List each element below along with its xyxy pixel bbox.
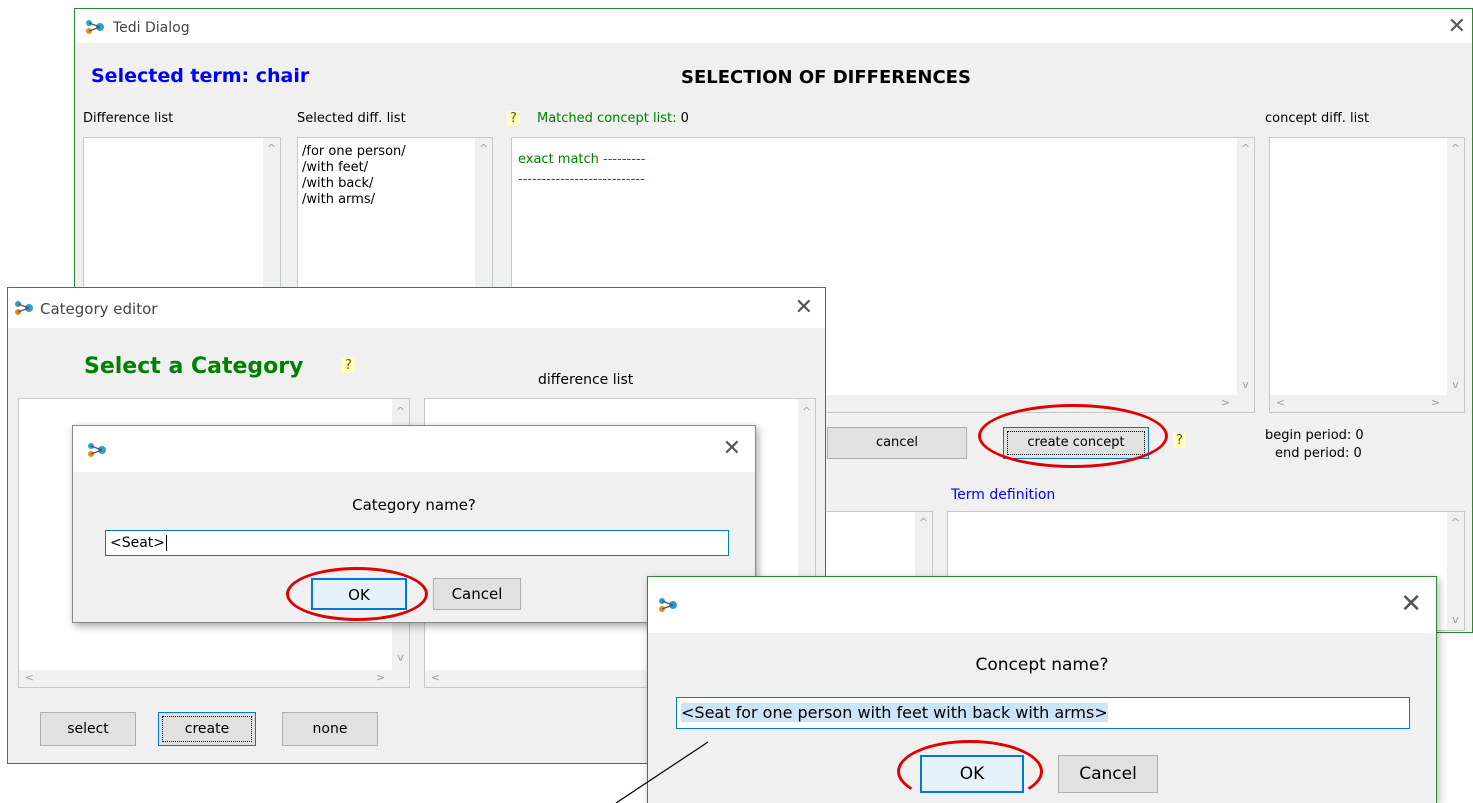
create-concept-button[interactable]: create concept <box>1003 427 1149 459</box>
begin-period: begin period: 0 <box>1265 428 1364 443</box>
concept-name-input[interactable]: <Seat for one person with feet with back… <box>676 697 1410 729</box>
window-title: Category editor <box>40 300 158 318</box>
chevron-up-icon[interactable]: ^ <box>1237 142 1254 155</box>
difference-list[interactable]: ^ <box>83 137 281 307</box>
scrollbar[interactable]: ^ v <box>1237 138 1254 395</box>
scrollbar[interactable]: ^ <box>263 138 280 306</box>
none-button[interactable]: none <box>282 712 378 746</box>
cancel-button[interactable]: cancel <box>827 427 967 459</box>
ok-button[interactable]: OK <box>311 578 407 610</box>
end-period: end period: 0 <box>1275 446 1362 461</box>
prompt-question: Concept name? <box>975 655 1109 675</box>
chevron-down-icon[interactable]: v <box>392 651 409 664</box>
create-label: create <box>184 721 230 737</box>
list-item[interactable]: /with feet/ <box>302 160 406 176</box>
term-definition-label: Term definition <box>951 487 1056 503</box>
app-icon <box>15 301 33 315</box>
close-icon[interactable]: ✕ <box>1400 591 1422 617</box>
selected-diff-label: Selected diff. list <box>297 111 406 126</box>
chevron-right-icon[interactable]: > <box>1427 396 1444 409</box>
app-icon <box>659 598 677 612</box>
chevron-right-icon[interactable]: > <box>372 671 389 684</box>
chevron-up-icon[interactable]: ^ <box>475 142 492 155</box>
chevron-left-icon[interactable]: < <box>427 671 444 684</box>
difference-list-label: difference list <box>538 372 634 388</box>
selected-diff-list[interactable]: /for one person/ /with feet/ /with back/… <box>297 137 493 307</box>
selected-term: Selected term: chair <box>91 65 310 87</box>
create-button[interactable]: create <box>158 712 256 746</box>
dialog-titlebar[interactable]: ✕ <box>648 577 1436 633</box>
chevron-up-icon[interactable]: ^ <box>1447 142 1464 155</box>
input-value: <Seat for one person with feet with back… <box>681 703 1108 722</box>
close-icon[interactable]: ✕ <box>795 297 813 319</box>
chevron-down-icon[interactable]: v <box>1447 378 1464 391</box>
chevron-up-icon[interactable]: ^ <box>392 405 409 418</box>
chevron-up-icon[interactable]: ^ <box>798 405 815 418</box>
chevron-right-icon[interactable]: > <box>1217 396 1234 409</box>
ok-button[interactable]: OK <box>920 755 1024 793</box>
cancel-button[interactable]: Cancel <box>1058 755 1158 793</box>
scrollbar[interactable]: ^ v <box>1447 512 1464 630</box>
close-icon[interactable]: ✕ <box>723 438 741 460</box>
app-icon <box>88 443 106 457</box>
help-icon[interactable]: ? <box>507 111 520 126</box>
chevron-up-icon[interactable]: ^ <box>263 142 280 155</box>
concept-name-dialog: ✕ Concept name? <Seat for one person wit… <box>647 576 1437 803</box>
close-icon[interactable]: ✕ <box>1448 16 1466 38</box>
chevron-up-icon[interactable]: ^ <box>1447 516 1464 529</box>
prompt-question: Category name? <box>352 496 476 514</box>
concept-diff-label: concept diff. list <box>1265 111 1370 126</box>
list-item[interactable]: exact match --------- <box>518 150 645 170</box>
list-item[interactable]: /with arms/ <box>302 192 406 208</box>
horizontal-scrollbar[interactable]: < > <box>19 670 409 687</box>
tedi-titlebar[interactable]: Tedi Dialog ✕ <box>75 9 1472 43</box>
help-icon[interactable]: ? <box>1173 433 1186 448</box>
matched-count: 0 <box>680 111 689 126</box>
window-title: Tedi Dialog <box>113 20 190 36</box>
scrollbar[interactable]: ^ v <box>1447 138 1464 395</box>
category-heading: Select a Category <box>84 354 304 379</box>
difference-list-label: Difference list <box>83 111 174 126</box>
list-item[interactable]: /for one person/ <box>302 144 406 160</box>
concept-diff-list[interactable]: ^ v < > <box>1269 137 1465 413</box>
chevron-down-icon[interactable]: v <box>1447 613 1464 626</box>
chevron-down-icon[interactable]: v <box>1237 378 1254 391</box>
dialog-titlebar[interactable]: ✕ <box>73 426 755 472</box>
category-name-input[interactable]: <Seat> <box>105 530 729 556</box>
create-concept-label: create concept <box>1027 435 1125 450</box>
list-item[interactable]: /with back/ <box>302 176 406 192</box>
scrollbar[interactable]: ^ <box>475 138 492 306</box>
category-titlebar[interactable]: Category editor ✕ <box>8 288 825 328</box>
chevron-up-icon[interactable]: ^ <box>915 516 932 529</box>
help-icon[interactable]: ? <box>342 358 355 373</box>
chevron-left-icon[interactable]: < <box>1272 396 1289 409</box>
cancel-button[interactable]: Cancel <box>433 578 521 610</box>
matched-concept-label: Matched concept list: 0 <box>537 111 689 126</box>
input-value: <Seat> <box>110 535 166 551</box>
chevron-left-icon[interactable]: < <box>21 671 38 684</box>
period-info: begin period: 0 end period: 0 <box>1265 427 1364 463</box>
app-icon <box>86 20 104 34</box>
list-item[interactable]: --------------------------- <box>518 170 645 190</box>
horizontal-scrollbar[interactable]: < > <box>1270 395 1464 412</box>
page-title: SELECTION OF DIFFERENCES <box>681 67 971 88</box>
select-button[interactable]: select <box>40 712 136 746</box>
